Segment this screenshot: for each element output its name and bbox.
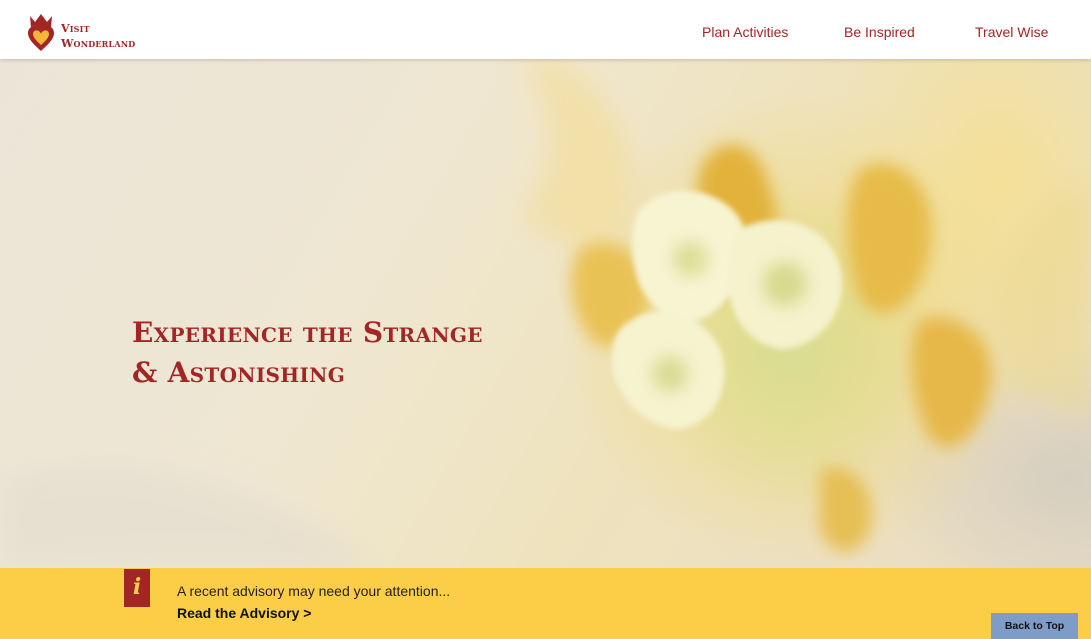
- hero-title-line-2: & Astonishing: [132, 356, 346, 389]
- logo-line-2: Wonderland: [61, 37, 136, 50]
- nav-be-inspired[interactable]: Be Inspired: [844, 24, 915, 40]
- hero-banner: Experience the Strange & Astonishing: [0, 59, 1091, 568]
- read-advisory-link[interactable]: Read the Advisory >: [177, 605, 311, 621]
- nav-travel-wise[interactable]: Travel Wise: [975, 24, 1048, 40]
- info-icon: i: [124, 569, 150, 607]
- site-header: Visit Wonderland Plan Activities Be Insp…: [0, 0, 1091, 59]
- hero-title: Experience the Strange & Astonishing: [132, 313, 572, 393]
- nav-plan-activities[interactable]: Plan Activities: [702, 24, 788, 40]
- site-logo[interactable]: Visit Wonderland: [27, 12, 157, 54]
- logo-line-1: Visit: [61, 22, 90, 35]
- advisory-banner: i A recent advisory may need your attent…: [0, 568, 1091, 639]
- logo-wordmark: Visit Wonderland: [61, 21, 135, 51]
- hero-title-line-1: Experience the Strange: [132, 316, 483, 349]
- crowned-heart-logo-icon: [28, 14, 54, 51]
- advisory-text: A recent advisory may need your attentio…: [177, 583, 451, 599]
- back-to-top-button[interactable]: Back to Top: [991, 613, 1078, 639]
